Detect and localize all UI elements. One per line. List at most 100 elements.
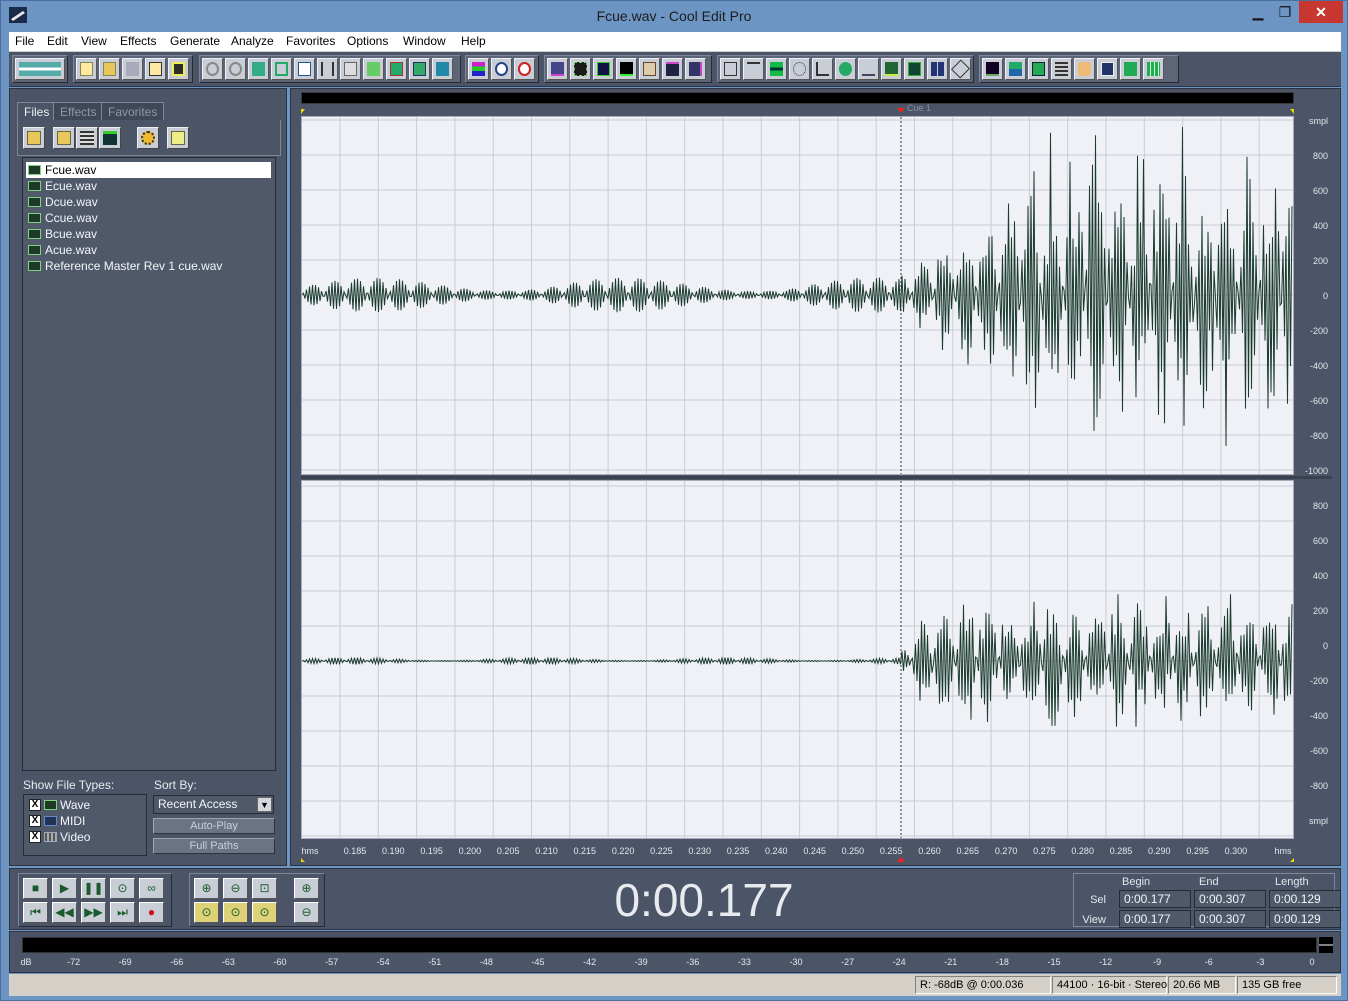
info-button[interactable] [1097,58,1118,80]
organizer-open-button[interactable] [23,127,45,149]
settings-button[interactable] [1051,58,1072,80]
time-ruler[interactable]: hms hms 0.185 0.190 0.195 0.200 0.205 0.210 0.… [301,840,1294,862]
filter-button[interactable] [881,58,902,80]
zoom-selection-button[interactable]: ⊙ [252,902,277,923]
menu-generate[interactable]: Generate [170,34,220,48]
loop-button[interactable]: ∞ [139,878,164,899]
list-item[interactable]: Fcue.wav [26,162,271,178]
paste-to-new-button[interactable] [363,58,384,80]
grid-button[interactable] [1143,58,1164,80]
go-to-start-button[interactable]: ⏮ [23,902,48,923]
organizer-effects-button[interactable] [137,127,159,149]
sort-by-select[interactable]: Recent Access ▼ [153,795,274,814]
go-to-end-button[interactable]: ⏭ [110,902,135,923]
range-start-marker[interactable] [301,109,305,114]
show-cues-button[interactable] [514,58,535,80]
menu-edit[interactable]: Edit [47,34,68,48]
invert-button[interactable] [720,58,741,80]
menu-window[interactable]: Window [403,34,446,48]
fast-forward-button[interactable]: ▶▶ [81,902,106,923]
organizer-close-button[interactable] [53,127,75,149]
play-to-end-button[interactable]: ⊙ [110,878,135,899]
menu-options[interactable]: Options [347,34,388,48]
range-end-marker[interactable] [1290,858,1294,862]
zoom-in-button[interactable]: ⊕ [194,878,219,899]
close-button[interactable]: ✕ [1299,1,1343,23]
normalize-button[interactable] [662,58,683,80]
view-length-field[interactable]: 0:00.129 [1269,910,1341,928]
play-button[interactable]: ▶ [52,878,77,899]
overview-bar[interactable] [301,92,1294,104]
trim-button[interactable] [409,58,430,80]
eq-button[interactable] [616,58,637,80]
full-paths-button[interactable]: Full Paths [153,838,275,854]
tab-files[interactable]: Files [17,102,57,120]
spectrum-button[interactable] [858,58,879,80]
menu-effects[interactable]: Effects [120,34,156,48]
waveform-statistics-button[interactable] [1028,58,1049,80]
zoom-in-vertical-button[interactable]: ⊕ [294,878,319,899]
open-file-button[interactable] [99,58,120,80]
new-file-button[interactable] [76,58,97,80]
cue-strip[interactable]: Cue 1 [301,103,1294,116]
zoom-right-button[interactable]: ⊙ [223,902,248,923]
dynamics-button[interactable] [789,58,810,80]
organizer-edit-button[interactable] [76,127,98,149]
level-meter[interactable] [22,937,1317,953]
delay-button[interactable] [639,58,660,80]
midi-checkbox[interactable]: X [29,815,41,827]
multitrack-toggle-button[interactable] [15,58,65,80]
envelope-button[interactable] [593,58,614,80]
pan-button[interactable] [950,58,971,80]
pitch-bender-button[interactable] [835,58,856,80]
redo-button[interactable] [225,58,246,80]
menu-analyze[interactable]: Analyze [231,34,274,48]
zoom-full-button[interactable]: ⊡ [252,878,277,899]
sel-end-field[interactable]: 0:00.307 [1194,890,1266,908]
maximize-button[interactable]: ❐ [1271,1,1299,23]
copy-button[interactable] [271,58,292,80]
range-end-marker[interactable] [1290,109,1294,114]
record-button[interactable]: ● [139,902,164,923]
wave-checkbox[interactable]: X [29,799,41,811]
spectral-view-button[interactable] [468,58,489,80]
right-channel[interactable] [301,480,1294,839]
repeat-button[interactable] [248,58,269,80]
list-item[interactable]: Reference Master Rev 1 cue.wav [26,258,271,274]
rewind-button[interactable]: ◀◀ [52,902,77,923]
save-button[interactable] [122,58,143,80]
save-as-button[interactable] [145,58,166,80]
find-button[interactable] [491,58,512,80]
chevron-down-icon[interactable]: ▼ [257,797,272,812]
peak-indicator-icon[interactable] [1319,937,1333,953]
minimize-button[interactable]: ▁ [1244,1,1272,23]
hard-limit-button[interactable] [927,58,948,80]
silence-insert-button[interactable] [766,58,787,80]
list-item[interactable]: Bcue.wav [26,226,271,242]
cue-list-button[interactable] [1120,58,1141,80]
zoom-left-button[interactable]: ⊙ [194,902,219,923]
sel-begin-field[interactable]: 0:00.177 [1119,890,1191,908]
fade-button[interactable] [685,58,706,80]
organizer-help-button[interactable] [167,127,189,149]
list-item[interactable]: Ccue.wav [26,210,271,226]
view-begin-field[interactable]: 0:00.177 [1119,910,1191,928]
list-item[interactable]: Dcue.wav [26,194,271,210]
right-amplitude-ruler[interactable]: 800 600 400 200 0 -200 -400 -600 -800 smpl [1294,480,1332,839]
cut-button[interactable] [317,58,338,80]
list-item[interactable]: Acue.wav [26,242,271,258]
channel-divider[interactable] [301,476,1332,479]
silence-button[interactable] [432,58,453,80]
paste-button[interactable] [340,58,361,80]
view-end-field[interactable]: 0:00.307 [1194,910,1266,928]
type-video-row[interactable]: X Video [28,829,90,845]
menu-file[interactable]: File [15,34,34,48]
stretch-button[interactable] [812,58,833,80]
list-item[interactable]: Ecue.wav [26,178,271,194]
frequency-analysis-button[interactable] [982,58,1003,80]
menu-favorites[interactable]: Favorites [286,34,335,48]
amplify-button[interactable] [547,58,568,80]
mix-paste-button[interactable] [386,58,407,80]
type-wave-row[interactable]: X Wave [28,797,90,813]
range-start-marker[interactable] [301,858,305,862]
